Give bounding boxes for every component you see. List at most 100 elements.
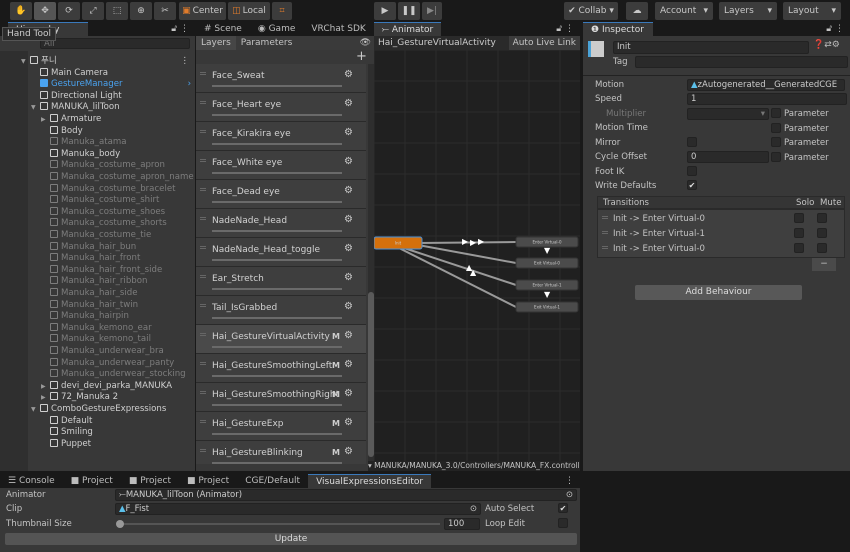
account-dropdown[interactable]: Account ▾: [655, 2, 713, 20]
update-button[interactable]: Update: [5, 533, 577, 545]
help-settings-icons[interactable]: ❓⇄⚙: [813, 40, 840, 50]
gear-icon[interactable]: ⚙: [344, 69, 353, 80]
transition-item[interactable]: Init -> Enter Virtual-0: [598, 242, 844, 256]
remove-transition-button[interactable]: −: [812, 258, 836, 271]
mute-checkbox[interactable]: [817, 213, 827, 223]
mute-checkbox[interactable]: [817, 243, 827, 253]
hierarchy-item[interactable]: GestureManager ›: [0, 79, 195, 91]
inspector-lock-icon[interactable]: 🔓︎ ⋮: [826, 22, 844, 36]
animator-lock-icon[interactable]: 🔓︎ ⋮: [556, 22, 574, 36]
drag-handle-icon[interactable]: [200, 362, 206, 365]
hierarchy-item[interactable]: Manuka_body: [0, 148, 195, 161]
multiplier-dropdown[interactable]: ▾: [687, 108, 769, 120]
drag-handle-icon[interactable]: [200, 391, 206, 394]
rect-tool-button[interactable]: ⬚: [106, 2, 128, 20]
tab-visualexpressionseditor[interactable]: VisualExpressionsEditor: [308, 474, 432, 488]
drag-handle-icon[interactable]: [602, 231, 608, 234]
subtab-parameters[interactable]: Parameters: [236, 36, 298, 50]
parameter-checkbox[interactable]: [771, 123, 781, 133]
gear-icon[interactable]: ⚙: [344, 243, 353, 254]
layers-dropdown[interactable]: Layers ▾: [719, 2, 777, 20]
parameter-checkbox[interactable]: [771, 152, 781, 162]
tab-scene[interactable]: # Scene: [196, 22, 250, 36]
layer-item[interactable]: Hai_GestureExp M ⚙: [196, 412, 366, 441]
hierarchy-item[interactable]: Smiling: [0, 427, 195, 439]
hierarchy-item[interactable]: Puppet: [0, 438, 195, 451]
drag-handle-icon[interactable]: [200, 188, 206, 191]
state-name-field[interactable]: Init: [613, 41, 809, 54]
gear-icon[interactable]: ⚙: [344, 330, 353, 341]
pivot-local-button[interactable]: ◫ Local: [228, 2, 270, 20]
hierarchy-item[interactable]: Manuka_hair_ribbon: [0, 276, 195, 288]
animator-field[interactable]: ⤚MANUKA_lilToon (Animator) ⊙: [115, 489, 577, 501]
drag-handle-icon[interactable]: [200, 275, 206, 278]
hierarchy-item[interactable]: Manuka_hair_bun: [0, 241, 195, 254]
layer-item[interactable]: Face_White eye ⚙: [196, 151, 366, 180]
layer-item[interactable]: Face_Kirakira eye ⚙: [196, 122, 366, 151]
add-behaviour-button[interactable]: Add Behaviour: [635, 285, 802, 300]
drag-handle-icon[interactable]: [200, 333, 206, 336]
hierarchy-item[interactable]: Manuka_hair_front: [0, 253, 195, 265]
drag-handle-icon[interactable]: [200, 420, 206, 423]
auto-select-checkbox[interactable]: ✔: [558, 503, 568, 513]
mute-checkbox[interactable]: [817, 228, 827, 238]
hierarchy-item[interactable]: Manuka_atama: [0, 137, 195, 149]
foot-ik-checkbox[interactable]: [687, 166, 697, 176]
subtab-layers[interactable]: Layers: [196, 36, 236, 50]
expand-arrow-icon[interactable]: ▼: [21, 56, 30, 68]
mirror-checkbox[interactable]: [687, 137, 697, 147]
eye-icon[interactable]: 👁︎: [360, 36, 371, 50]
hierarchy-item[interactable]: Manuka_hair_front_side: [0, 264, 195, 277]
hierarchy-item[interactable]: Body: [0, 125, 195, 138]
drag-handle-icon[interactable]: [200, 130, 206, 133]
custom-tool-button[interactable]: ✂: [154, 2, 176, 20]
layout-dropdown[interactable]: Layout ▾: [783, 2, 841, 20]
hierarchy-item[interactable]: Manuka_kemono_ear: [0, 322, 195, 335]
collapse-arrow-icon[interactable]: ▶: [41, 381, 50, 393]
play-button[interactable]: ▶: [374, 2, 396, 20]
grid-snap-button[interactable]: ⌗: [272, 2, 292, 20]
hierarchy-item[interactable]: Directional Light: [0, 90, 195, 103]
layer-item[interactable]: Hai_GestureSmoothingLeft M ⚙: [196, 354, 366, 383]
hierarchy-item[interactable]: Manuka_costume_shirt: [0, 195, 195, 207]
gear-icon[interactable]: ⚙: [344, 214, 353, 225]
layer-item[interactable]: Face_Dead eye ⚙: [196, 180, 366, 209]
rotate-tool-button[interactable]: ⟳: [58, 2, 80, 20]
more-icon[interactable]: ⋮: [180, 56, 189, 68]
thumbnail-slider[interactable]: [116, 520, 440, 528]
expand-arrow-icon[interactable]: ▼: [31, 102, 40, 114]
lock-icon[interactable]: 🔓︎ ⋮: [171, 22, 189, 36]
solo-checkbox[interactable]: [794, 213, 804, 223]
gear-icon[interactable]: ⚙: [344, 446, 353, 457]
hierarchy-item[interactable]: Manuka_costume_shoes: [0, 206, 195, 219]
hierarchy-item[interactable]: Manuka_costume_apron: [0, 160, 195, 172]
clip-field[interactable]: ▲F_Fist ⊙: [115, 503, 481, 515]
auto-live-link-button[interactable]: Auto Live Link: [508, 36, 580, 50]
hierarchy-item[interactable]: Manuka_underwear_panty: [0, 357, 195, 370]
state-graph[interactable]: ▶ ▶ ▶▲▲▼▼Init Enter Virtual-0Exit Virtual-0…: [374, 50, 580, 463]
breadcrumb[interactable]: Hai_GestureVirtualActivity: [378, 36, 496, 50]
tab-game[interactable]: ◉ Game: [250, 22, 304, 36]
hierarchy-item[interactable]: Manuka_hairpin: [0, 311, 195, 323]
layer-item[interactable]: NadeNade_Head ⚙: [196, 209, 366, 238]
solo-checkbox[interactable]: [794, 228, 804, 238]
hierarchy-item[interactable]: Manuka_hair_twin: [0, 299, 195, 312]
layer-item[interactable]: Face_Sweat ⚙: [196, 64, 366, 93]
drag-handle-icon[interactable]: [200, 159, 206, 162]
parameter-checkbox[interactable]: [771, 137, 781, 147]
write-defaults-checkbox[interactable]: ✔: [687, 180, 697, 190]
hierarchy-item[interactable]: Manuka_costume_shorts: [0, 218, 195, 230]
pause-button[interactable]: ❚❚: [398, 2, 420, 20]
drag-handle-icon[interactable]: [602, 246, 608, 249]
gear-icon[interactable]: ⚙: [344, 272, 353, 283]
collapse-arrow-icon[interactable]: ▶: [41, 114, 50, 126]
hierarchy-item[interactable]: Manuka_costume_bracelet: [0, 183, 195, 196]
gear-icon[interactable]: ⚙: [344, 156, 353, 167]
layer-item[interactable]: Ear_Stretch ⚙: [196, 267, 366, 296]
pivot-center-button[interactable]: ▣ Center: [179, 2, 226, 20]
drag-handle-icon[interactable]: [200, 449, 206, 452]
add-layer-button[interactable]: +: [356, 50, 367, 64]
gear-icon[interactable]: ⚙: [344, 417, 353, 428]
hierarchy-search-input[interactable]: [40, 38, 190, 49]
drag-handle-icon[interactable]: [200, 72, 206, 75]
